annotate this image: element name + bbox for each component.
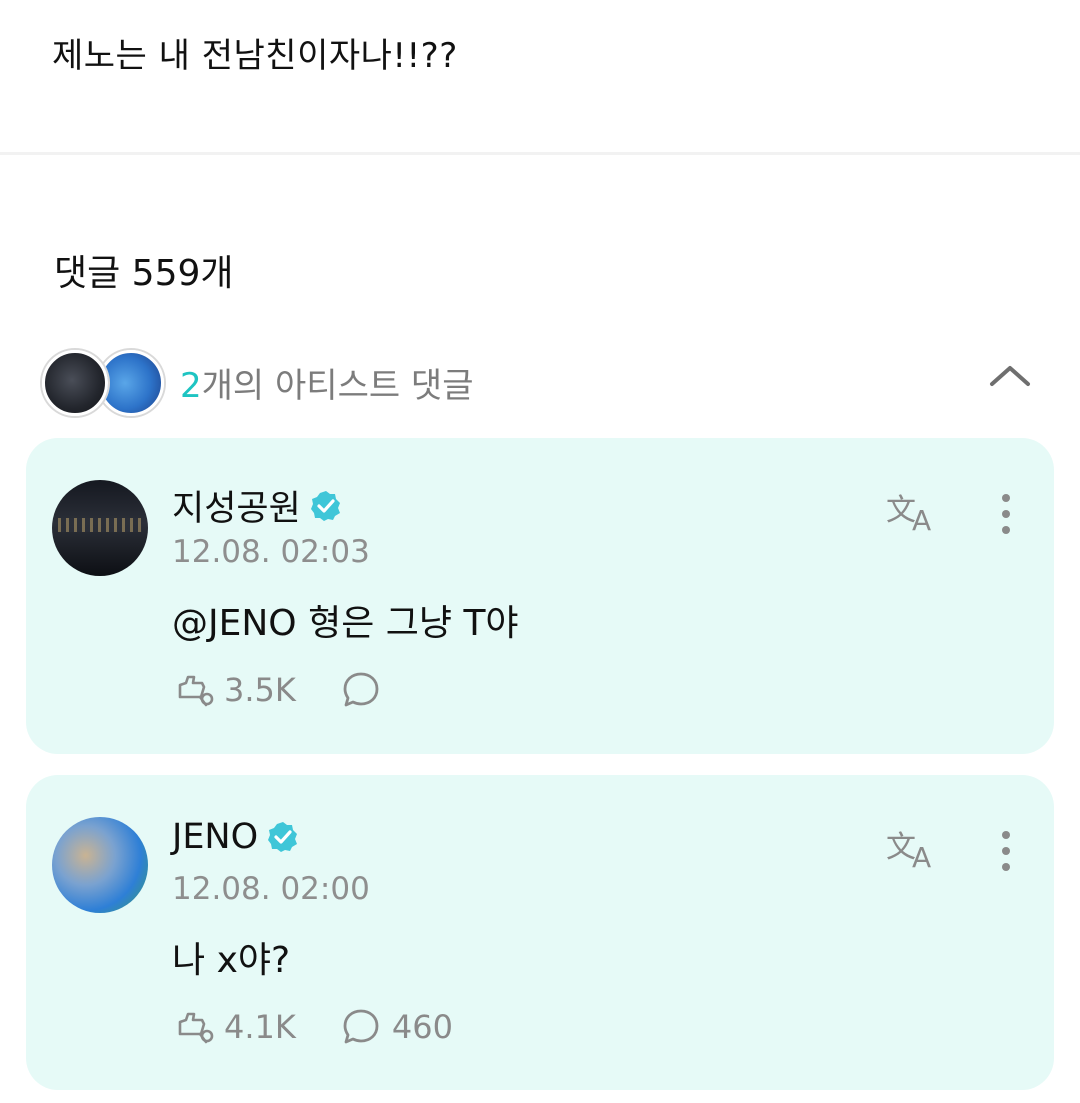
author-name: 지성공원 <box>172 489 301 529</box>
author-name: JENO <box>172 817 259 857</box>
section-divider <box>0 152 1080 155</box>
like-icon[interactable] <box>172 1006 214 1048</box>
like-count: 3.5K <box>224 671 296 709</box>
reply-icon[interactable] <box>340 1006 382 1048</box>
chevron-up-icon[interactable] <box>986 356 1034 396</box>
reply-count: 460 <box>391 1008 453 1046</box>
svg-text:A: A <box>912 504 931 534</box>
artist-comments-count: 2 <box>180 366 202 406</box>
verified-badge-icon <box>310 490 340 521</box>
comment-text: 나 x야? <box>172 940 291 981</box>
more-options-icon[interactable] <box>996 829 1016 873</box>
svg-text:A: A <box>912 841 931 871</box>
more-options-icon[interactable] <box>996 492 1016 536</box>
translate-icon[interactable]: 文 A <box>886 827 942 871</box>
artist-comments-label: 2개의 아티스트 댓글 <box>180 358 474 407</box>
comment-author[interactable]: 지성공원 <box>172 480 343 531</box>
avatar[interactable] <box>52 817 148 913</box>
avatar[interactable] <box>52 480 148 576</box>
comment-count-heading: 댓글 559개 <box>54 253 234 294</box>
like-count: 4.1K <box>224 1008 296 1046</box>
translate-icon[interactable]: 文 A <box>886 490 942 534</box>
artist-comment-card: 지성공원 12.08. 02:03 @JENO 형은 그냥 T야 3.5K 文 … <box>26 438 1054 754</box>
comment-author[interactable]: JENO <box>172 817 300 857</box>
comment-actions: 4.1K 460 <box>172 1007 497 1047</box>
comment-timestamp: 12.08. 02:03 <box>172 534 370 570</box>
comment-actions: 3.5K <box>172 670 436 710</box>
verified-badge-icon <box>268 822 298 852</box>
artist-comments-toggle[interactable]: 2개의 아티스트 댓글 <box>42 346 1042 418</box>
post-text: 제노는 내 전남친이자나!!?? <box>52 36 458 76</box>
artist-comment-card: JENO 12.08. 02:00 나 x야? 4.1K 460 文 A <box>26 775 1054 1090</box>
comment-text: @JENO 형은 그냥 T야 <box>172 603 519 644</box>
artist-avatar <box>42 350 108 416</box>
reply-icon[interactable] <box>340 669 382 711</box>
like-icon[interactable] <box>172 669 214 711</box>
artist-comments-suffix: 개의 아티스트 댓글 <box>201 366 474 406</box>
comment-timestamp: 12.08. 02:00 <box>172 871 370 907</box>
